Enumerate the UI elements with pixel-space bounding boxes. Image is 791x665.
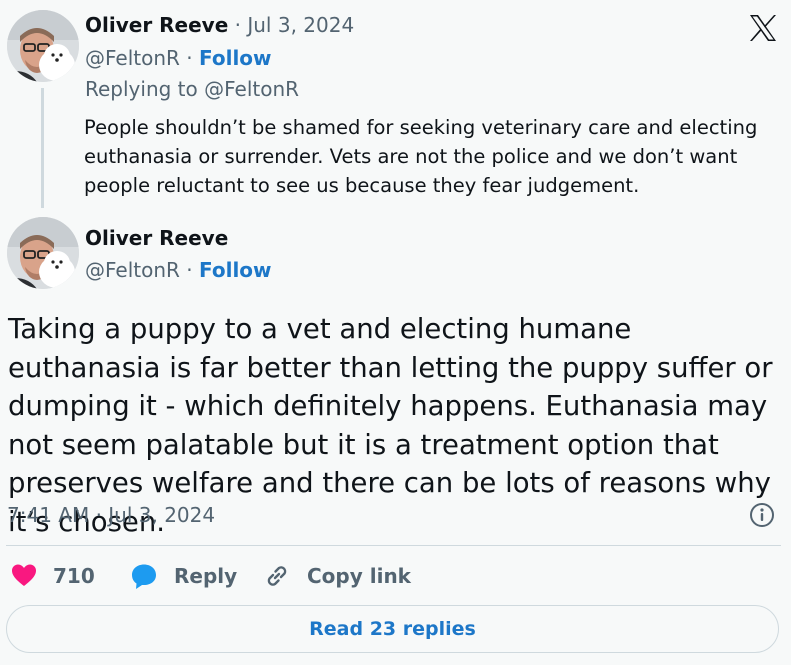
reply-follow-separator: ·: [179, 46, 199, 70]
like-count: 710: [53, 564, 95, 588]
read-replies-label: Read 23 replies: [309, 618, 476, 640]
reply-tweet-text: People shouldn’t be shamed for seeking v…: [84, 116, 758, 197]
read-replies-button[interactable]: Read 23 replies: [6, 605, 779, 653]
reply-header: Oliver Reeve · Jul 3, 2024: [85, 13, 354, 37]
main-header: Oliver Reeve: [85, 226, 228, 250]
reply-follow-button[interactable]: Follow: [199, 46, 272, 70]
heart-icon: [10, 562, 38, 590]
main-follow-button[interactable]: Follow: [199, 258, 272, 282]
main-handle[interactable]: @FeltonR: [85, 258, 180, 282]
reply-bubble-icon: [130, 562, 158, 590]
avatar-image: [7, 217, 79, 289]
link-icon: [263, 562, 291, 590]
reply-button[interactable]: Reply: [130, 562, 237, 590]
thread-connector-line: [41, 88, 44, 208]
copy-link-label: Copy link: [307, 564, 411, 588]
replying-to-label: Replying to @FeltonR: [85, 77, 300, 101]
divider: [6, 545, 781, 546]
main-timestamp[interactable]: 7:41 AM · Jul 3, 2024: [7, 503, 215, 527]
reply-handle[interactable]: @FeltonR: [85, 46, 180, 70]
reply-header-separator: ·: [228, 13, 248, 37]
main-follow-separator: ·: [179, 258, 199, 282]
avatar-image: [7, 10, 79, 82]
info-icon[interactable]: [749, 502, 775, 528]
reply-label: Reply: [174, 564, 238, 588]
copy-link-button[interactable]: Copy link: [263, 562, 411, 590]
main-author-avatar[interactable]: [7, 217, 79, 289]
x-logo-icon[interactable]: [747, 12, 779, 44]
reply-date[interactable]: Jul 3, 2024: [247, 13, 354, 37]
main-author-name[interactable]: Oliver Reeve: [85, 226, 228, 250]
like-button[interactable]: 710: [10, 562, 95, 590]
main-handle-row: @FeltonR · Follow: [85, 258, 272, 282]
reply-author-name[interactable]: Oliver Reeve: [85, 13, 228, 37]
reply-handle-row: @FeltonR · Follow: [85, 46, 272, 70]
reply-author-avatar[interactable]: [7, 10, 79, 82]
